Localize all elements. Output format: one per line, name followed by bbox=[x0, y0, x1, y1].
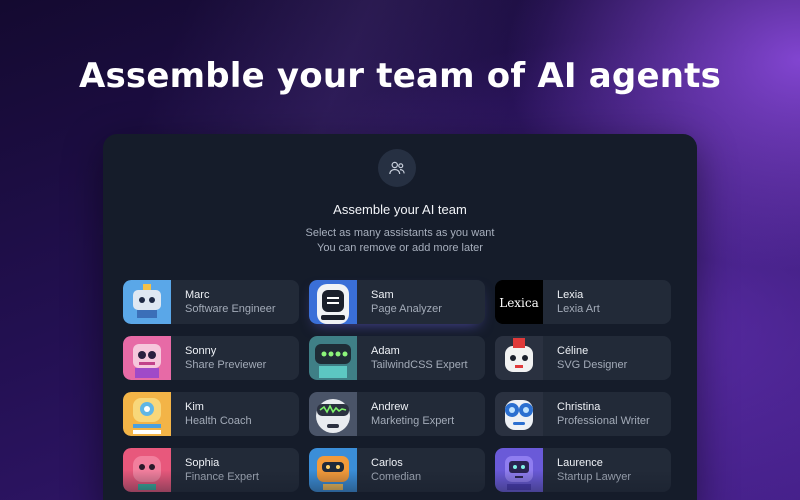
team-icon bbox=[378, 149, 416, 187]
rose-robot-icon bbox=[123, 448, 171, 492]
agent-name: Adam bbox=[371, 345, 400, 357]
purple-robot-icon bbox=[495, 448, 543, 492]
panel-title: Assemble your AI team bbox=[333, 202, 467, 217]
agent-card-laurence[interactable]: Laurence Startup Lawyer bbox=[495, 448, 671, 492]
agent-role: Professional Writer bbox=[557, 415, 650, 427]
agent-card-lexia[interactable]: Lexica Lexia Lexia Art bbox=[495, 280, 671, 324]
agent-card-andrew[interactable]: Andrew Marketing Expert bbox=[309, 392, 485, 436]
agent-card-sam[interactable]: Sam Page Analyzer bbox=[309, 280, 485, 324]
agent-role: Share Previewer bbox=[185, 359, 267, 371]
agent-name: Kim bbox=[185, 401, 204, 413]
agent-name: Marc bbox=[185, 289, 210, 301]
agent-name: Andrew bbox=[371, 401, 409, 413]
agent-name: Christina bbox=[557, 401, 601, 413]
white-robot-icon bbox=[309, 280, 357, 324]
panel-subtitle-line1: Select as many assistants as you want bbox=[305, 227, 495, 239]
agent-card-carlos[interactable]: Carlos Comedian bbox=[309, 448, 485, 492]
agent-card-christina[interactable]: Christina Professional Writer bbox=[495, 392, 671, 436]
yellow-robot-icon bbox=[123, 392, 171, 436]
agent-name: Carlos bbox=[371, 457, 403, 469]
agent-card-marc[interactable]: Marc Software Engineer bbox=[123, 280, 299, 324]
red-white-robot-icon bbox=[495, 336, 543, 380]
agent-name: Laurence bbox=[557, 457, 603, 469]
pink-robot-icon bbox=[123, 336, 171, 380]
agent-role: Lexia Art bbox=[557, 303, 600, 315]
agent-role: Comedian bbox=[371, 471, 422, 483]
agent-role: Marketing Expert bbox=[371, 415, 455, 427]
svg-text:Lexica: Lexica bbox=[499, 296, 539, 310]
agent-card-celine[interactable]: Céline SVG Designer bbox=[495, 336, 671, 380]
green-visor-robot-icon bbox=[309, 392, 357, 436]
agent-name: Sam bbox=[371, 289, 394, 301]
agent-role: Finance Expert bbox=[185, 471, 259, 483]
panel-subtitle-line2: You can remove or add more later bbox=[317, 242, 483, 254]
orange-robot-icon bbox=[309, 448, 357, 492]
agent-name: Lexia bbox=[557, 289, 584, 301]
lexica-logo: Lexica bbox=[495, 280, 543, 324]
agent-role: Startup Lawyer bbox=[557, 471, 631, 483]
teal-robot-icon bbox=[309, 336, 357, 380]
agent-role: Page Analyzer bbox=[371, 303, 442, 315]
agent-role: Software Engineer bbox=[185, 303, 276, 315]
goggles-robot-icon bbox=[495, 392, 543, 436]
agent-name: Céline bbox=[557, 345, 589, 357]
agent-role: TailwindCSS Expert bbox=[371, 359, 468, 371]
page-headline: Assemble your team of AI agents bbox=[78, 56, 722, 96]
agent-name: Sophia bbox=[185, 457, 220, 469]
agent-role: SVG Designer bbox=[557, 359, 628, 371]
agent-card-kim[interactable]: Kim Health Coach bbox=[123, 392, 299, 436]
agent-name: Sonny bbox=[185, 345, 217, 357]
agent-role: Health Coach bbox=[185, 415, 252, 427]
agent-card-sophia[interactable]: Sophia Finance Expert bbox=[123, 448, 299, 492]
blue-robot-icon bbox=[123, 280, 171, 324]
team-panel: Assemble your AI team Select as many ass… bbox=[103, 134, 697, 500]
agent-card-sonny[interactable]: Sonny Share Previewer bbox=[123, 336, 299, 380]
agent-card-adam[interactable]: Adam TailwindCSS Expert bbox=[309, 336, 485, 380]
